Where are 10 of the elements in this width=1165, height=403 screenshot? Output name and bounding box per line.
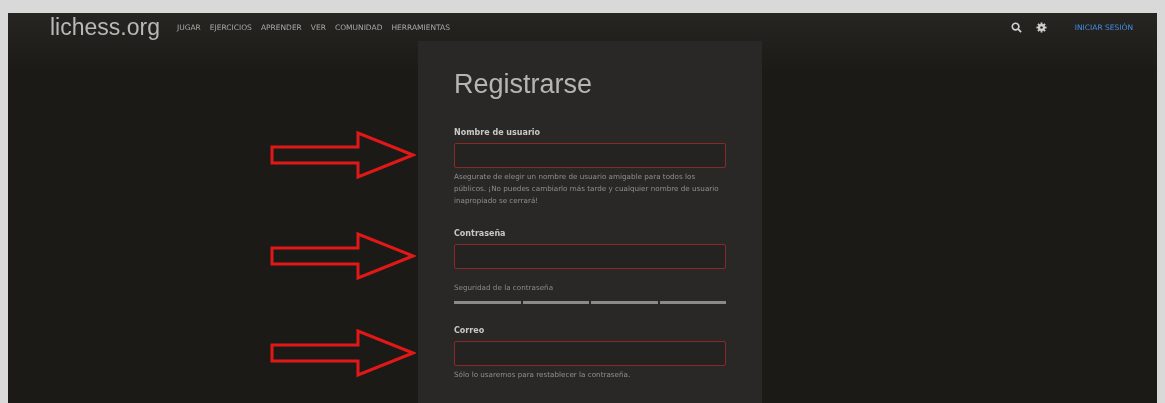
search-icon[interactable]	[1010, 21, 1022, 33]
site-logo[interactable]: lichess.org	[50, 13, 160, 41]
field-label: Nombre de usuario	[454, 128, 542, 137]
input-field[interactable]	[454, 143, 726, 168]
input-field[interactable]	[454, 244, 726, 269]
input-field[interactable]	[454, 341, 726, 366]
field-label: Contraseña	[454, 229, 507, 238]
form-title: Registrarse	[454, 69, 594, 100]
field-label: Correo	[454, 326, 486, 335]
settings-icon[interactable]	[1035, 21, 1047, 33]
